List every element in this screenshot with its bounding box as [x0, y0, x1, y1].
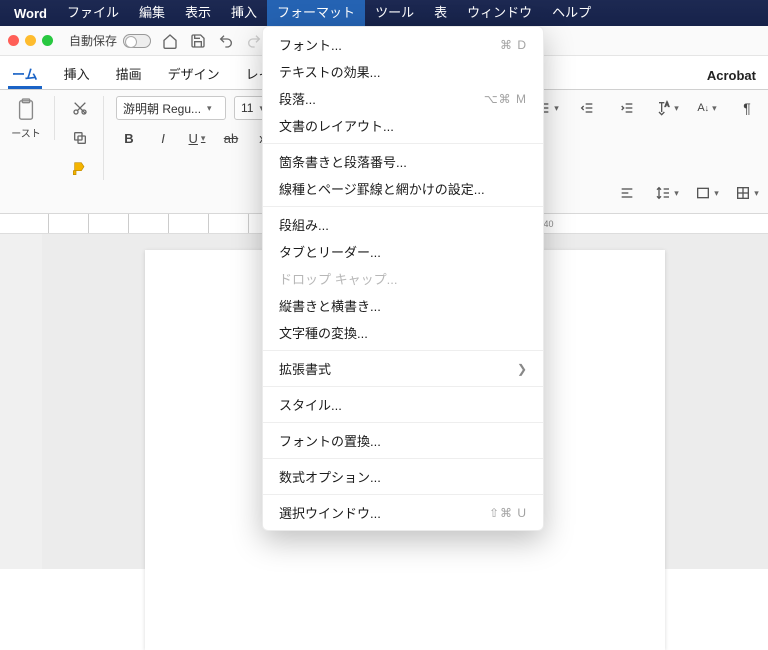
menu-item: ドロップ キャップ...: [263, 265, 543, 292]
menu-separator: [263, 458, 543, 459]
copy-icon[interactable]: [67, 126, 93, 150]
menu-item[interactable]: 数式オプション...: [263, 463, 543, 490]
menu-item[interactable]: 文書のレイアウト...: [263, 112, 543, 139]
menu-item-label: 拡張書式: [279, 359, 331, 378]
paragraph-group: A A↓ ¶: [534, 96, 760, 120]
paste-label: ースト: [11, 125, 41, 140]
app-name: Word: [4, 6, 57, 21]
vertical-ruler[interactable]: [0, 234, 42, 569]
menu-separator: [263, 350, 543, 351]
menu-separator: [263, 494, 543, 495]
underline-button[interactable]: U: [184, 126, 210, 150]
strikethrough-button[interactable]: ab: [218, 126, 244, 150]
clipboard-side: [67, 96, 104, 180]
close-icon[interactable]: [8, 35, 19, 46]
menu-item-label: 線種とページ罫線と網かけの設定...: [279, 179, 485, 198]
minimize-icon[interactable]: [25, 35, 36, 46]
menu-item-label: 段組み...: [279, 215, 329, 234]
menu-item-label: 数式オプション...: [279, 467, 381, 486]
shading-icon[interactable]: [694, 181, 720, 205]
menu-item[interactable]: 文字種の変換...: [263, 319, 543, 346]
window-controls[interactable]: [8, 35, 53, 46]
menu-insert[interactable]: 挿入: [221, 0, 267, 26]
menu-help[interactable]: ヘルプ: [542, 0, 601, 26]
save-icon[interactable]: [189, 32, 207, 50]
menu-item[interactable]: 縦書きと横書き...: [263, 292, 543, 319]
menu-item[interactable]: テキストの効果...: [263, 58, 543, 85]
toggle-icon[interactable]: [123, 34, 151, 48]
menu-item-label: 文書のレイアウト...: [279, 116, 394, 135]
bold-button[interactable]: B: [116, 126, 142, 150]
menu-shortcut: ⇧⌘ U: [489, 506, 527, 520]
menu-item[interactable]: 拡張書式 ❯: [263, 355, 543, 382]
menu-item-label: 文字種の変換...: [279, 323, 368, 342]
menu-item-label: テキストの効果...: [279, 62, 380, 81]
borders-icon[interactable]: [734, 181, 760, 205]
show-marks-icon[interactable]: ¶: [734, 96, 760, 120]
menu-item[interactable]: フォントの置換...: [263, 427, 543, 454]
svg-text:A: A: [665, 103, 669, 109]
menu-file[interactable]: ファイル: [57, 0, 129, 26]
tab-draw[interactable]: 描画: [112, 64, 146, 89]
menu-separator: [263, 422, 543, 423]
menu-item[interactable]: タブとリーダー...: [263, 238, 543, 265]
align-left-icon[interactable]: [614, 181, 640, 205]
font-name-select[interactable]: 游明朝 Regu...▾: [116, 96, 226, 120]
menu-item[interactable]: フォント... ⌘ D: [263, 31, 543, 58]
format-painter-icon[interactable]: [67, 156, 93, 180]
text-direction-icon[interactable]: A: [654, 96, 680, 120]
menu-item-label: スタイル...: [279, 395, 342, 414]
menu-separator: [263, 143, 543, 144]
format-menu-dropdown: フォント... ⌘ D テキストの効果... 段落... ⌥⌘ M 文書のレイアウト...…: [262, 26, 544, 531]
menu-item-label: 段落...: [279, 89, 316, 108]
zoom-icon[interactable]: [42, 35, 53, 46]
menu-item[interactable]: 段落... ⌥⌘ M: [263, 85, 543, 112]
menu-item[interactable]: 選択ウインドウ... ⇧⌘ U: [263, 499, 543, 526]
chevron-right-icon: ❯: [517, 362, 527, 376]
decrease-indent-icon[interactable]: [574, 96, 600, 120]
system-menubar: Word ファイル 編集 表示 挿入 フォーマット ツール 表 ウィンドウ ヘル…: [0, 0, 768, 26]
menu-item[interactable]: 箇条書きと段落番号...: [263, 148, 543, 175]
undo-icon[interactable]: [217, 32, 235, 50]
menu-item-label: 箇条書きと段落番号...: [279, 152, 407, 171]
menu-item[interactable]: スタイル...: [263, 391, 543, 418]
autosave-label: 自動保存: [69, 32, 117, 49]
redo-icon[interactable]: [245, 32, 263, 50]
home-icon[interactable]: [161, 32, 179, 50]
paste-button[interactable]: ースト: [8, 96, 44, 140]
cut-icon[interactable]: [67, 96, 93, 120]
menu-item-label: フォントの置換...: [279, 431, 381, 450]
line-spacing-icon[interactable]: [654, 181, 680, 205]
menu-item-label: フォント...: [279, 35, 342, 54]
menu-tools[interactable]: ツール: [365, 0, 424, 26]
tab-design[interactable]: デザイン: [164, 64, 224, 89]
italic-button[interactable]: I: [150, 126, 176, 150]
sort-icon[interactable]: A↓: [694, 96, 720, 120]
menu-item-label: ドロップ キャップ...: [279, 269, 397, 288]
tab-home[interactable]: ーム: [8, 64, 42, 89]
tab-insert[interactable]: 挿入: [60, 64, 94, 89]
menu-format[interactable]: フォーマット: [267, 0, 365, 26]
menu-shortcut: ⌥⌘ M: [484, 92, 527, 106]
menu-separator: [263, 386, 543, 387]
increase-indent-icon[interactable]: [614, 96, 640, 120]
menu-item-label: 選択ウインドウ...: [279, 503, 381, 522]
tab-acrobat[interactable]: Acrobat: [703, 68, 760, 89]
menu-item-label: 縦書きと横書き...: [279, 296, 381, 315]
clipboard-group: ースト: [8, 96, 55, 140]
menu-view[interactable]: 表示: [175, 0, 221, 26]
autosave-toggle[interactable]: 自動保存: [69, 32, 151, 49]
menu-item[interactable]: 線種とページ罫線と網かけの設定...: [263, 175, 543, 202]
menu-item-label: タブとリーダー...: [279, 242, 381, 261]
menu-table[interactable]: 表: [424, 0, 457, 26]
menu-shortcut: ⌘ D: [500, 38, 527, 52]
menu-separator: [263, 206, 543, 207]
menu-edit[interactable]: 編集: [129, 0, 175, 26]
menu-item[interactable]: 段組み...: [263, 211, 543, 238]
menu-window[interactable]: ウィンドウ: [457, 0, 542, 26]
